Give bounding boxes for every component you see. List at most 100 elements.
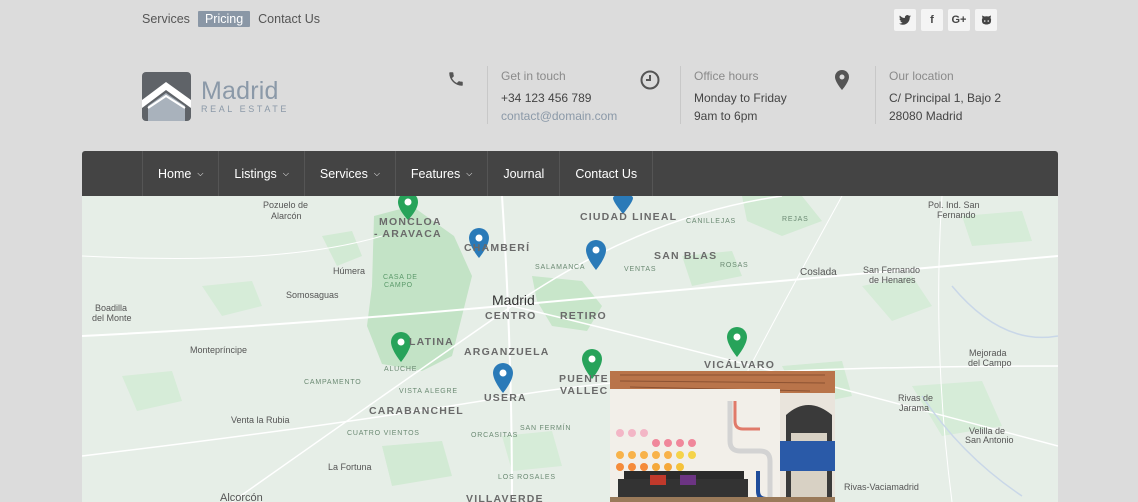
map-label: Somosaguas [286,290,339,300]
location-info: Our location C/ Principal 1, Bajo 2 2808… [835,66,1001,124]
hours-line1: Monday to Friday [694,91,787,105]
map-label: Alcorcón [220,492,263,502]
map-label: ROSAS [720,262,749,269]
map-marker-green[interactable] [727,327,747,357]
location-label: Our location [889,69,954,83]
contact-phone[interactable]: +34 123 456 789 [501,89,617,107]
chevron-down-icon: ⌵ [282,168,289,178]
chevron-down-icon: ⌵ [197,168,204,178]
map-label: ORCASITAS [471,432,519,439]
map-label: RETIRO [560,310,607,322]
top-link-services[interactable]: Services [142,11,197,27]
top-bar: Services Pricing Contact Us f G+ [0,0,1138,40]
brand-subtitle: REAL ESTATE [201,104,289,114]
location-line1: C/ Principal 1, Bajo 2 [889,91,1002,105]
map-label: La Fortuna [328,462,372,472]
main-nav: Home ⌵ Listings ⌵ Services ⌵ Features ⌵ Jour… [142,151,654,196]
nav-home-label: Home [158,166,192,181]
contact-email[interactable]: contact@domain.com [501,107,617,125]
map-label: CAMPAMENTO [304,379,362,386]
map-label: Mejorada [969,348,1007,358]
map-label: REJAS [782,216,809,223]
map-label: San Fernando [863,265,921,275]
map-label: Rivas de [898,393,934,403]
map-label: CIUDAD LINEAL [580,211,678,223]
map-label: VILLAVERDE [466,493,544,502]
map-label: CENTRO [485,310,537,322]
map-label: Montepríncipe [190,345,248,355]
map-label: CANILLEJAS [686,218,737,225]
map-label: Madrid [492,292,535,308]
hours-line2: 9am to 6pm [694,109,758,123]
contact-label: Get in touch [501,69,566,83]
map-label: Pol. Ind. San [928,200,980,210]
brand-logo[interactable]: Madrid REAL ESTATE [142,72,289,121]
house-logo-icon [142,72,191,121]
map-label: VALLEC [560,385,609,397]
google-plus-icon[interactable]: G+ [948,9,970,31]
brand-title: Madrid [201,77,279,105]
map-label: LATINA [409,336,454,348]
map-marker-blue[interactable] [586,240,606,270]
map-label: - ARAVACA [374,228,442,240]
map-label: de Henares [869,275,916,285]
map-label: ARGANZUELA [464,346,550,358]
nav-contact[interactable]: Contact Us [560,151,654,196]
chevron-down-icon: ⌵ [466,168,473,178]
nav-journal[interactable]: Journal [488,151,561,196]
map-label: USERA [484,392,527,404]
map-label: SAN FERMÍN [520,425,572,432]
map-label: CHAMBERÍ [464,242,531,254]
phone-icon [447,66,487,124]
map-label: Boadilla [95,303,128,313]
map-label: MONCLOA [379,216,442,228]
nav-listings[interactable]: Listings ⌵ [219,151,305,196]
map-label: San Antonio [965,435,1014,445]
map-label: LOS ROSALES [498,474,556,481]
map-label: CUATRO VIENTOS [347,430,420,437]
map-label: Rivas-Vaciamadrid [844,482,919,492]
map-label: CASA DE [383,274,418,281]
location-pin-icon [835,66,875,124]
social-links: f G+ [894,9,997,31]
top-link-pricing[interactable]: Pricing [197,11,251,27]
map-label: Venta la Rubia [231,415,290,425]
top-link-contact[interactable]: Contact Us [251,11,327,27]
map-label: Coslada [800,267,837,278]
map-label: VENTAS [624,266,657,273]
nav-home[interactable]: Home ⌵ [143,151,220,196]
map-label: Fernando [937,210,976,220]
nav-services-label: Services [319,166,368,181]
map-label: VICÁLVARO [704,359,776,371]
github-icon[interactable] [975,9,997,31]
clock-icon [640,66,680,124]
map-label: PUENTE [559,373,609,385]
main-nav-bar: Home ⌵ Listings ⌵ Services ⌵ Features ⌵ Jour… [82,151,1058,196]
map-label: Jarama [899,403,930,413]
map-label: SAN BLAS [654,250,718,262]
nav-journal-label: Journal [503,166,545,181]
nav-contact-label: Contact Us [575,166,638,181]
map-label: Alarcón [271,211,302,221]
nav-listings-label: Listings [234,166,277,181]
map-label: Pozuelo de [263,200,309,210]
map-label: SALAMANCA [535,264,586,271]
nav-features[interactable]: Features ⌵ [396,151,489,196]
nav-services[interactable]: Services ⌵ [305,151,396,196]
hours-label: Office hours [694,69,759,83]
map-label: CAMPO [384,282,413,289]
nav-features-label: Features [410,166,461,181]
property-photo[interactable] [610,371,835,502]
map-label: Húmera [333,266,366,276]
map-label: ALUCHE [384,366,418,373]
map-label: del Campo [968,358,1012,368]
map-label: del Monte [92,313,132,323]
twitter-icon[interactable] [894,9,916,31]
facebook-icon[interactable]: f [921,9,943,31]
top-links: Services Pricing Contact Us [142,11,328,27]
map-label: CARABANCHEL [369,405,464,417]
chevron-down-icon: ⌵ [373,168,380,178]
contact-info: Get in touch +34 123 456 789 contact@dom… [447,66,617,124]
hours-info: Office hours Monday to Friday 9am to 6pm [640,66,787,124]
property-map[interactable]: Pozuelo de Alarcón MONCLOA - ARAVACA CIU… [82,196,1058,502]
